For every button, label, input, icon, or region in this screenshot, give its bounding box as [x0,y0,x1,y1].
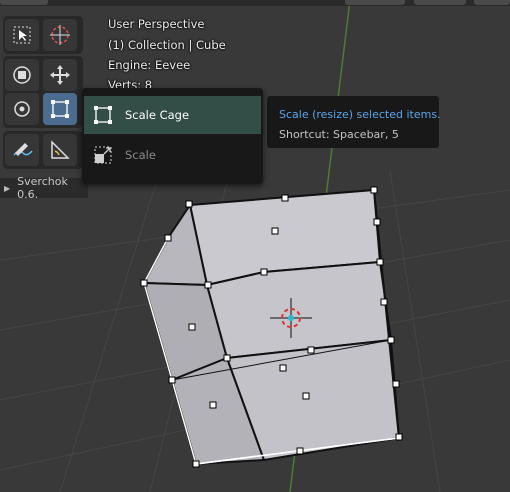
view-name: User Perspective [108,17,205,31]
move-tool[interactable] [43,59,77,91]
select-box-tool[interactable] [5,19,39,51]
menu-item-scale-cage[interactable]: Scale Cage [84,96,261,134]
scale-cage-icon [51,100,69,118]
collection-info: (1) Collection | Cube [108,38,226,52]
rotate-icon [14,101,30,117]
measure-tool[interactable] [43,134,77,166]
annotate-icon [13,143,33,156]
measure-icon [51,140,70,159]
header-button[interactable] [345,0,405,5]
menu-item-label: Scale [125,148,156,162]
annotate-tool[interactable] [5,134,39,166]
engine-info: Engine: Eevee [108,58,191,72]
header-button[interactable] [0,0,48,5]
menu-item-label: Scale Cage [125,108,190,122]
sverchok-label: Sverchok 0.6. [17,175,68,201]
rotate-tool[interactable] [5,93,39,125]
transform-tool[interactable] [5,59,39,91]
tool-popup-menu: Scale Cage Scale [82,88,263,184]
header-bar [0,0,510,6]
transform-icon [13,66,31,84]
tooltip-description: Scale (resize) selected items. [279,108,441,121]
cursor-icon [50,25,70,45]
tooltip: Scale (resize) selected items. Shortcut:… [267,96,441,148]
header-button[interactable] [414,0,466,5]
scale-cage-icon [92,104,114,126]
cursor-tool[interactable] [43,19,77,51]
scale-cage-tool[interactable] [43,93,77,125]
sverchok-panel-header[interactable]: ▶ Sverchok 0.6. [0,175,88,201]
move-icon [50,65,70,85]
menu-item-scale[interactable]: Scale [84,136,261,174]
scale-icon [92,144,114,166]
tooltip-shortcut: Shortcut: Spacebar, 5 [279,128,399,141]
select-box-icon [13,26,31,44]
expand-arrow-icon: ▶ [4,183,11,193]
header-button[interactable] [474,0,510,5]
